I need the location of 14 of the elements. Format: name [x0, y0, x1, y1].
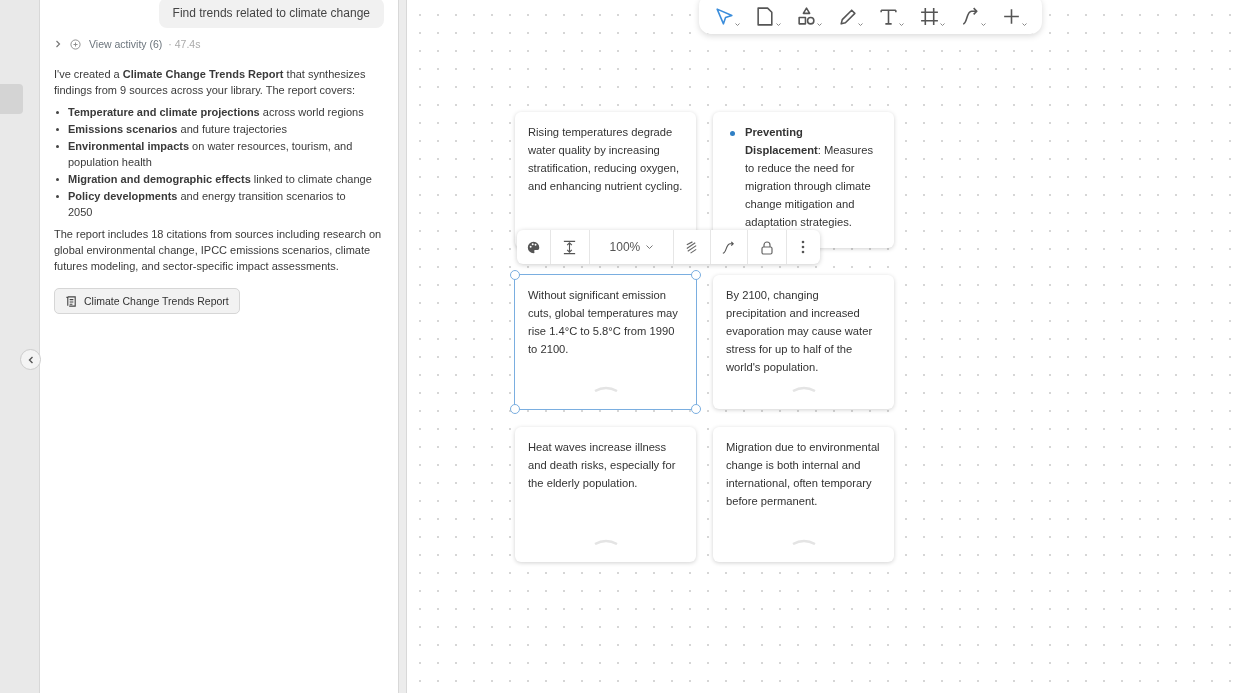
bullet-item: Migration and demographic effects linked to climate change — [68, 172, 372, 187]
card-text: Preventing Displacement: Measures to reduce the need for migration through climate change mitigation and adaptation strategies. — [745, 125, 875, 230]
card-text: Migration due to environmental change is both internal and international, often temporary before permanent. — [726, 440, 881, 509]
card-text: Heat waves increase illness and death risks, especially for the elderly population. — [528, 440, 677, 491]
card-text: Rising temperatures degrade water quality by increasing stratification, reducing oxygen, and enhancing nutrient cycling. — [528, 125, 683, 194]
bullet-item: Policy developments and energy transition scenarios to 2050 — [68, 189, 347, 220]
response-paragraph: I've created a Climate Change Trends Report that synthesizes findings from 9 sources across your library. The report covers: — [54, 67, 367, 98]
user-message: Find trends related to climate change — [158, 0, 384, 28]
bullet-item: Emissions scenarios and future trajectories — [68, 122, 287, 137]
card-text: Without significant emission cuts, global temperatures may rise 1.4°C to 5.8°C from 1990 to 2100. — [528, 288, 679, 357]
response-paragraph: The report includes 18 citations from sources including research on global environmental change, IPCC emissions scenarios, climate futures modeling, and sector-specific impact assessments. — [54, 227, 383, 274]
bullet-item: Temperature and climate projections across world regions — [68, 105, 364, 120]
card-text: By 2100, changing precipitation and increased evaporation may cause water stress for up to half of the world's population. — [726, 288, 874, 375]
activity-duration: · 47.4s — [168, 37, 201, 52]
